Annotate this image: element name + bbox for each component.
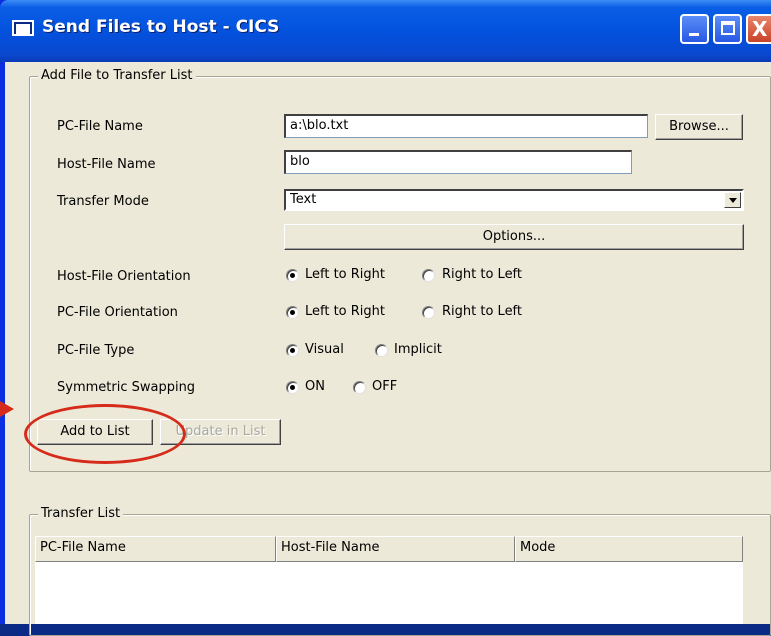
column-header-mode[interactable]: Mode: [515, 536, 743, 562]
add-file-group-legend: Add File to Transfer List: [38, 68, 196, 83]
transfer-mode-label: Transfer Mode: [57, 194, 149, 209]
pc-file-type-implicit-radio[interactable]: [375, 344, 388, 357]
browse-button[interactable]: Browse...: [655, 114, 743, 140]
symmetric-swapping-off-radio[interactable]: [353, 381, 366, 394]
symmetric-swapping-label: Symmetric Swapping: [57, 380, 196, 395]
symmetric-swapping-on-radio[interactable]: [286, 381, 299, 394]
pc-file-type-label: PC-File Type: [57, 343, 135, 358]
transfer-mode-select[interactable]: Text: [284, 189, 744, 211]
minimize-button[interactable]: [680, 14, 709, 44]
host-file-name-input[interactable]: blo: [284, 150, 632, 174]
pc-orientation-ltr-label[interactable]: Left to Right: [305, 304, 385, 319]
annotation-highlight-ellipse: [24, 404, 186, 464]
pc-file-orientation-label: PC-File Orientation: [57, 305, 178, 320]
close-button[interactable]: X: [746, 14, 771, 44]
host-orientation-ltr-label[interactable]: Left to Right: [305, 267, 385, 282]
title-bar[interactable]: Send Files to Host - CICS X: [0, 0, 771, 62]
symmetric-swapping-off-label[interactable]: OFF: [372, 379, 397, 394]
close-icon: X: [752, 17, 768, 41]
symmetric-swapping-on-label[interactable]: ON: [305, 379, 325, 394]
pc-file-type-visual-radio[interactable]: [286, 344, 299, 357]
host-orientation-rtl-radio[interactable]: [422, 269, 435, 282]
dialog-client-area: Add File to Transfer List PC-File Name a…: [5, 62, 771, 636]
maximize-button[interactable]: [713, 14, 742, 44]
window-icon: [12, 20, 34, 36]
pc-orientation-rtl-label[interactable]: Right to Left: [442, 304, 522, 319]
dropdown-arrow-icon[interactable]: [724, 192, 741, 208]
transfer-list-group-legend: Transfer List: [38, 506, 124, 521]
pc-file-type-visual-label[interactable]: Visual: [305, 342, 344, 357]
dialog-window: Send Files to Host - CICS X Add File to …: [0, 0, 771, 636]
pc-file-type-implicit-label[interactable]: Implicit: [394, 342, 442, 357]
host-orientation-ltr-radio[interactable]: [286, 269, 299, 282]
pc-orientation-rtl-radio[interactable]: [422, 306, 435, 319]
transfer-list-body[interactable]: [35, 562, 743, 624]
host-orientation-rtl-label[interactable]: Right to Left: [442, 267, 522, 282]
column-header-host-file-name[interactable]: Host-File Name: [276, 536, 515, 562]
pc-orientation-ltr-radio[interactable]: [286, 306, 299, 319]
pc-file-name-input[interactable]: a:\blo.txt: [284, 114, 648, 138]
annotation-arrow: [0, 401, 14, 417]
window-title: Send Files to Host - CICS: [42, 17, 280, 37]
options-button[interactable]: Options...: [284, 224, 744, 250]
transfer-mode-value: Text: [290, 192, 317, 207]
host-file-orientation-label: Host-File Orientation: [57, 269, 191, 284]
host-file-name-label: Host-File Name: [57, 157, 156, 172]
pc-file-name-label: PC-File Name: [57, 119, 143, 134]
column-header-pc-file-name[interactable]: PC-File Name: [35, 536, 276, 562]
